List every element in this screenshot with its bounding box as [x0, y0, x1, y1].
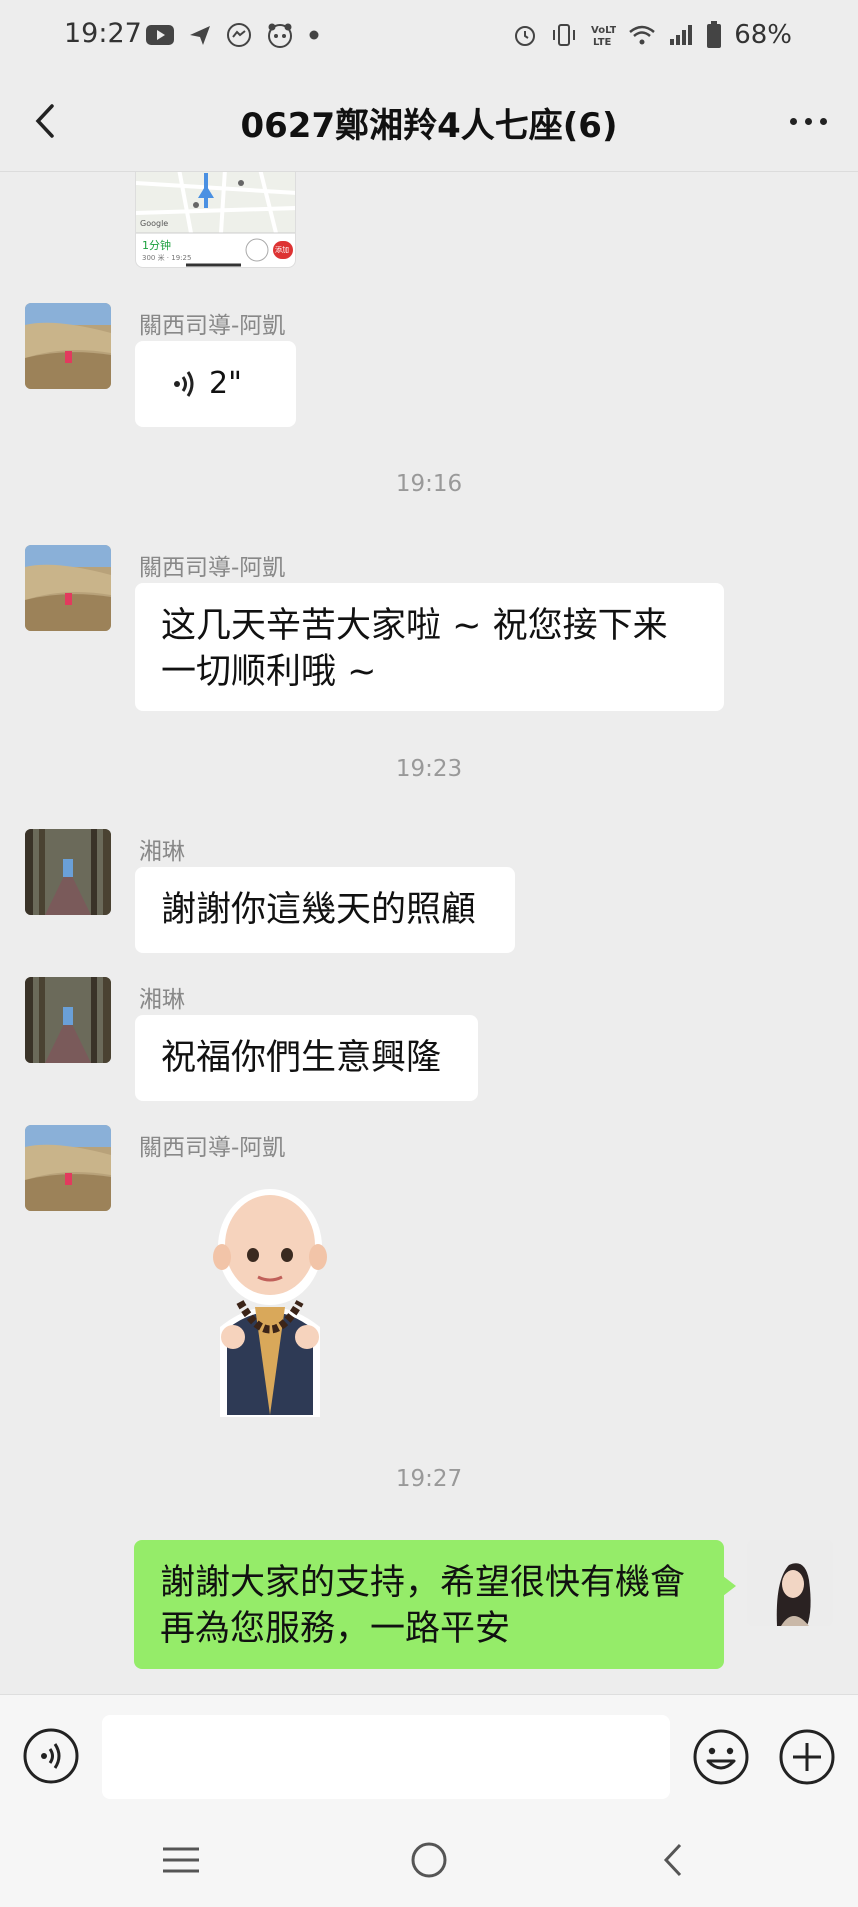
message-line: 再為您服務，一路平安	[160, 1609, 511, 1649]
sender-name: 關西司導-阿凱	[139, 555, 286, 581]
text-message[interactable]: 这几天辛苦大家啦 ~ 祝您接下来 一切顺利哦 ~	[135, 583, 724, 711]
message-input[interactable]	[102, 1715, 670, 1799]
alarm-icon	[515, 26, 536, 46]
sender-name: 湘琳	[139, 839, 185, 865]
timestamp: 19:16	[395, 471, 463, 497]
map-add-button[interactable]: 添加	[275, 245, 289, 255]
message-line: 謝謝大家的支持，希望很快有機會	[160, 1563, 686, 1603]
back-icon	[663, 1843, 682, 1877]
avatar[interactable]	[25, 545, 111, 631]
avatar[interactable]	[25, 977, 111, 1063]
timestamp: 19:23	[395, 756, 463, 782]
message-line: 一切顺利哦 ~	[161, 652, 377, 692]
message-text: 祝福你們生意興隆	[161, 1038, 442, 1078]
message-line: 这几天辛苦大家啦 ~ 祝您接下来	[161, 606, 668, 646]
home-icon	[411, 1842, 447, 1878]
emoji-button[interactable]	[691, 1727, 751, 1787]
location-card[interactable]: Google 1分钟 300 米 · 19:25 添加	[135, 172, 296, 268]
status-time: 19:27	[64, 18, 142, 49]
svg-text:VoLTE: VoLTE	[591, 25, 616, 36]
youtube-icon	[146, 25, 174, 45]
text-message[interactable]: 謝謝你這幾天的照顧	[135, 867, 515, 953]
more-dot	[804, 117, 812, 125]
map-brand: Google	[140, 219, 169, 228]
volte-icon: VoLTELTE	[591, 25, 616, 48]
recents-button[interactable]	[156, 1835, 206, 1885]
voice-input-button[interactable]	[22, 1727, 80, 1785]
system-navigation	[0, 1811, 858, 1907]
battery-icon	[707, 21, 722, 48]
system-icons: VoLTELTE 68%	[512, 18, 792, 52]
system-back-button[interactable]	[650, 1835, 700, 1885]
status-bar: 19:27 VoLTELTE 68%	[0, 0, 858, 70]
monk-sticker[interactable]	[195, 1177, 345, 1427]
smiley-icon	[693, 1729, 749, 1785]
more-button[interactable]	[780, 96, 836, 146]
voice-icon	[23, 1728, 79, 1784]
battery-percent: 68%	[734, 20, 792, 50]
own-text-message[interactable]: 謝謝大家的支持，希望很快有機會 再為您服務，一路平安	[134, 1540, 736, 1669]
home-button[interactable]	[404, 1835, 454, 1885]
send-icon	[190, 26, 210, 45]
voice-message[interactable]: 2"	[135, 341, 296, 427]
text-message[interactable]: 祝福你們生意興隆	[135, 1015, 478, 1101]
vibrate-icon	[553, 24, 576, 46]
timestamp: 19:27	[395, 1466, 463, 1492]
avatar[interactable]	[25, 303, 111, 389]
plus-icon	[779, 1729, 835, 1785]
notification-icons	[146, 20, 320, 50]
chat-title: 0627鄭湘羚4人七座(6)	[240, 106, 618, 146]
voice-duration: 2"	[209, 366, 242, 401]
chat-header: 0627鄭湘羚4人七座(6)	[0, 70, 858, 172]
sender-name: 湘琳	[139, 987, 185, 1013]
messenger-icon	[227, 23, 251, 47]
recents-icon	[163, 1847, 199, 1873]
sender-name: 關西司導-阿凱	[139, 313, 286, 339]
message-text: 謝謝你這幾天的照顧	[161, 890, 477, 930]
voice-wave-icon	[174, 371, 194, 397]
wifi-icon	[629, 25, 656, 45]
input-bar	[0, 1694, 858, 1811]
more-actions-button[interactable]	[777, 1727, 837, 1787]
svg-text:LTE: LTE	[593, 37, 612, 48]
more-dots-icon	[789, 117, 797, 125]
more-dot	[819, 117, 827, 125]
sender-name: 關西司導-阿凱	[139, 1135, 286, 1161]
signal-icon	[670, 25, 693, 45]
own-avatar[interactable]	[747, 1540, 833, 1626]
dot-icon	[309, 30, 319, 40]
map-meta: 300 米 · 19:25	[142, 254, 192, 262]
foodpanda-icon	[268, 23, 292, 48]
avatar[interactable]	[25, 1125, 111, 1211]
map-duration: 1分钟	[142, 239, 171, 252]
message-list[interactable]: Google 1分钟 300 米 · 19:25 添加 關西司導-阿凱 2" 1…	[0, 172, 858, 1694]
avatar[interactable]	[25, 829, 111, 915]
